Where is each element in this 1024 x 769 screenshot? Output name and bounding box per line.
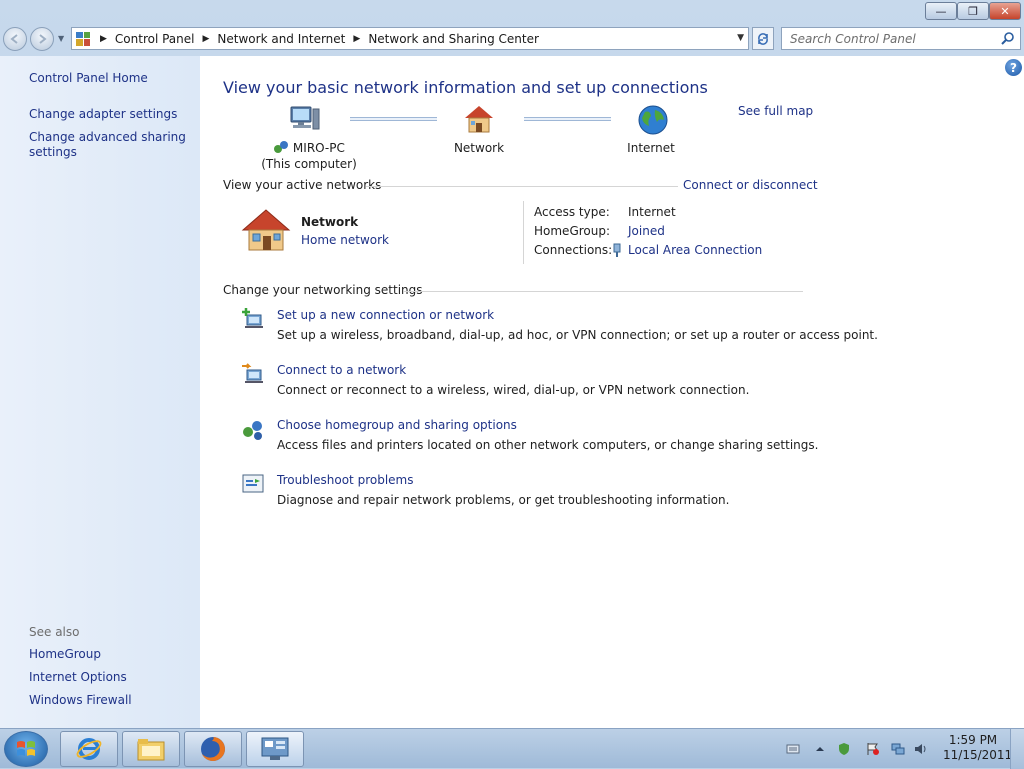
ethernet-icon: [613, 243, 621, 257]
troubleshoot-problems-link[interactable]: Troubleshoot problems: [277, 473, 413, 487]
breadcrumb-control-panel[interactable]: Control Panel: [115, 32, 195, 46]
control-panel-window: — ❐ ✕ ▼ ▶ Control Panel ▶ Network and In…: [0, 0, 1024, 728]
access-type-label: Access type:: [534, 205, 610, 219]
connect-to-network-link[interactable]: Connect to a network: [277, 363, 406, 377]
back-button[interactable]: [3, 27, 27, 51]
homegroup-icon: [274, 141, 289, 153]
search-input[interactable]: [790, 31, 995, 46]
task-description: Connect or reconnect to a wireless, wire…: [277, 383, 750, 397]
forward-button[interactable]: [30, 27, 54, 51]
task-description: Access files and printers located on oth…: [277, 438, 819, 452]
computer-icon[interactable]: [289, 105, 321, 135]
address-bar[interactable]: ▶ Control Panel ▶ Network and Internet ▶…: [71, 27, 749, 50]
network-tray-icon[interactable]: [891, 742, 905, 756]
breadcrumb-chevron-icon[interactable]: ▶: [100, 34, 107, 44]
windows-explorer-taskbar-button[interactable]: [122, 731, 180, 767]
connection-line: [350, 117, 437, 121]
task-description: Diagnose and repair network problems, or…: [277, 493, 730, 507]
taskbar: 1:59 PM 11/15/2011: [0, 728, 1024, 769]
computer-name: MIRO-PC: [292, 141, 345, 155]
connect-network-icon: [242, 363, 263, 383]
task-pane: Control Panel Home Change adapter settin…: [0, 56, 200, 728]
search-icon[interactable]: [1001, 31, 1015, 45]
homegroup-joined-link[interactable]: Joined: [628, 224, 665, 238]
breadcrumb-network-and-sharing-center[interactable]: Network and Sharing Center: [368, 32, 539, 46]
connect-or-disconnect-link[interactable]: Connect or disconnect: [683, 178, 818, 192]
firefox-taskbar-button[interactable]: [184, 731, 242, 767]
refresh-button[interactable]: [752, 27, 774, 50]
see-full-map-link[interactable]: See full map: [738, 104, 813, 118]
breadcrumb-network-and-internet[interactable]: Network and Internet: [217, 32, 345, 46]
control-panel-taskbar-button[interactable]: [246, 731, 304, 767]
address-dropdown-icon[interactable]: ▼: [737, 33, 744, 43]
homegroup-sharing-icon: [243, 421, 262, 440]
windows-logo-icon: [17, 741, 35, 756]
action-center-flag-icon[interactable]: [866, 742, 880, 756]
globe-icon[interactable]: [637, 104, 669, 136]
security-shield-icon[interactable]: [837, 742, 851, 756]
control-panel-icon: [76, 31, 90, 46]
network-node-label: Network: [453, 141, 505, 155]
recent-pages-dropdown[interactable]: ▼: [58, 34, 64, 43]
content-area: Control Panel Home Change adapter settin…: [0, 56, 1024, 728]
minimize-button[interactable]: —: [925, 2, 957, 20]
internet-options-link[interactable]: Internet Options: [29, 670, 189, 685]
title-bar: — ❐ ✕: [0, 0, 1024, 24]
access-type-value: Internet: [628, 205, 676, 219]
keyboard-icon[interactable]: [786, 742, 800, 756]
task-description: Set up a wireless, broadband, dial-up, a…: [277, 328, 878, 342]
clock-date: 11/15/2011: [943, 748, 1013, 762]
firefox-icon: [201, 737, 225, 761]
divider: [366, 186, 678, 187]
home-network-icon[interactable]: [241, 208, 291, 252]
see-also-label: See also: [29, 625, 80, 639]
change-adapter-settings-link[interactable]: Change adapter settings: [29, 107, 189, 122]
clock-time: 1:59 PM: [948, 733, 998, 747]
show-hidden-icons-icon[interactable]: [813, 742, 827, 756]
network-type-link[interactable]: Home network: [301, 233, 389, 247]
connection-line: [524, 117, 611, 121]
search-box[interactable]: [781, 27, 1021, 50]
setup-new-connection-link[interactable]: Set up a new connection or network: [277, 308, 494, 322]
internet-node-label: Internet: [627, 141, 675, 155]
maximize-button[interactable]: ❐: [957, 2, 989, 20]
navigation-bar: ▼ ▶ Control Panel ▶ Network and Internet…: [0, 24, 1024, 54]
clock[interactable]: 1:59 PM 11/15/2011: [943, 733, 1013, 763]
connections-label: Connections:: [534, 243, 613, 257]
control-panel-icon: [261, 737, 289, 760]
folder-icon: [137, 739, 165, 761]
house-icon[interactable]: [463, 104, 495, 134]
divider: [523, 201, 524, 264]
this-computer-node[interactable]: MIRO-PC (This computer): [259, 140, 359, 172]
windows-firewall-link[interactable]: Windows Firewall: [29, 693, 189, 708]
main-panel: View your basic network information and …: [223, 56, 1013, 728]
volume-icon[interactable]: [914, 742, 928, 756]
homegroup-link[interactable]: HomeGroup: [29, 647, 189, 662]
troubleshoot-icon: [242, 474, 264, 493]
internet-explorer-taskbar-button[interactable]: [60, 731, 118, 767]
control-panel-home-link[interactable]: Control Panel Home: [29, 71, 189, 86]
start-button[interactable]: [4, 731, 48, 767]
homegroup-sharing-options-link[interactable]: Choose homegroup and sharing options: [277, 418, 517, 432]
back-arrow-icon: [10, 34, 18, 44]
new-connection-icon: [242, 308, 263, 328]
local-area-connection-link[interactable]: Local Area Connection: [628, 243, 762, 257]
computer-subtitle: (This computer): [261, 157, 357, 171]
homegroup-label: HomeGroup:: [534, 224, 611, 238]
change-settings-heading: Change your networking settings: [223, 283, 423, 297]
show-desktop-button[interactable]: [1010, 729, 1024, 769]
network-name: Network: [301, 215, 359, 229]
page-title: View your basic network information and …: [223, 78, 708, 97]
active-networks-heading: View your active networks: [223, 178, 382, 192]
internet-explorer-icon: [76, 738, 102, 760]
breadcrumb-chevron-icon[interactable]: ▶: [203, 34, 210, 44]
close-button[interactable]: ✕: [989, 2, 1021, 20]
change-advanced-sharing-settings-link[interactable]: Change advanced sharing settings: [29, 130, 189, 160]
divider: [403, 291, 803, 292]
refresh-icon: [758, 32, 768, 45]
forward-arrow-icon: [39, 34, 47, 44]
breadcrumb-chevron-icon[interactable]: ▶: [353, 34, 360, 44]
